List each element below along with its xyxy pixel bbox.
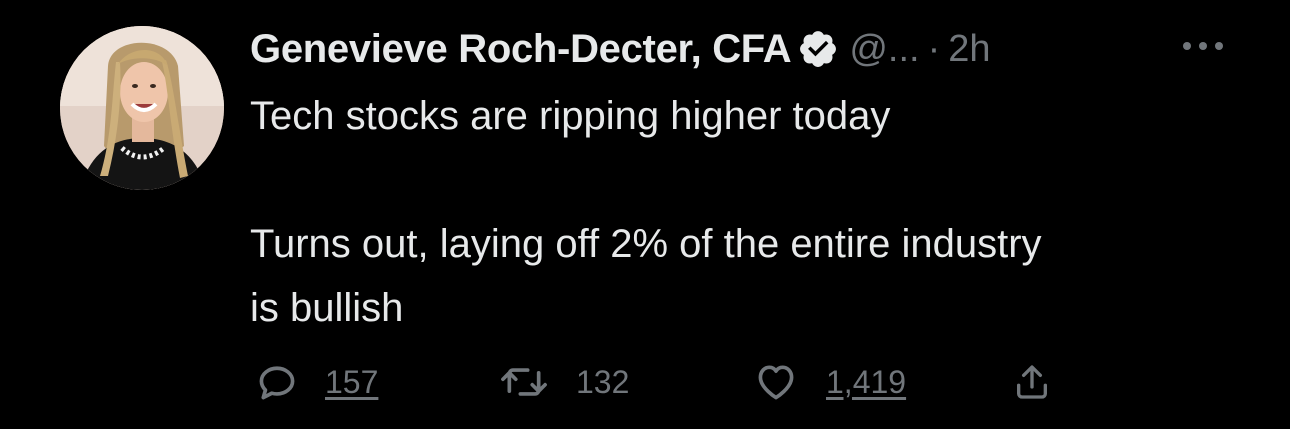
tweet[interactable]: Genevieve Roch-Decter, CFA @... · 2h Tec… <box>0 0 1290 429</box>
like-button[interactable]: 1,419 <box>752 360 906 404</box>
reply-count[interactable]: 157 <box>325 364 378 401</box>
retweet-button[interactable]: 132 <box>498 360 629 404</box>
avatar[interactable] <box>60 26 224 190</box>
like-count[interactable]: 1,419 <box>826 364 906 401</box>
share-button[interactable] <box>1012 360 1052 404</box>
retweet-icon <box>501 368 547 396</box>
tweet-text-line: is bullish <box>250 286 404 330</box>
reply-icon <box>259 366 295 400</box>
verified-badge-icon <box>797 28 839 70</box>
tweet-actions: 157 132 1,419 <box>0 352 1290 412</box>
tweet-timestamp[interactable]: 2h <box>948 28 990 71</box>
tweet-text-line: Turns out, laying off 2% of the entire i… <box>250 222 1042 266</box>
author-display-name[interactable]: Genevieve Roch-Decter, CFA <box>250 27 792 72</box>
share-icon <box>1017 365 1047 399</box>
retweet-count: 132 <box>576 363 630 400</box>
avatar-photo <box>60 26 224 190</box>
heart-icon <box>758 365 794 400</box>
author-handle[interactable]: @... <box>849 28 919 71</box>
tweet-text: Tech stocks are ripping higher today Tur… <box>250 84 1250 340</box>
more-options-icon[interactable] <box>1180 38 1226 54</box>
tweet-text-blank-line <box>250 148 1250 212</box>
tweet-header: Genevieve Roch-Decter, CFA @... · 2h <box>250 22 991 76</box>
header-separator: · <box>927 27 941 70</box>
tweet-text-line: Tech stocks are ripping higher today <box>250 94 891 138</box>
reply-button[interactable]: 157 <box>255 360 378 404</box>
